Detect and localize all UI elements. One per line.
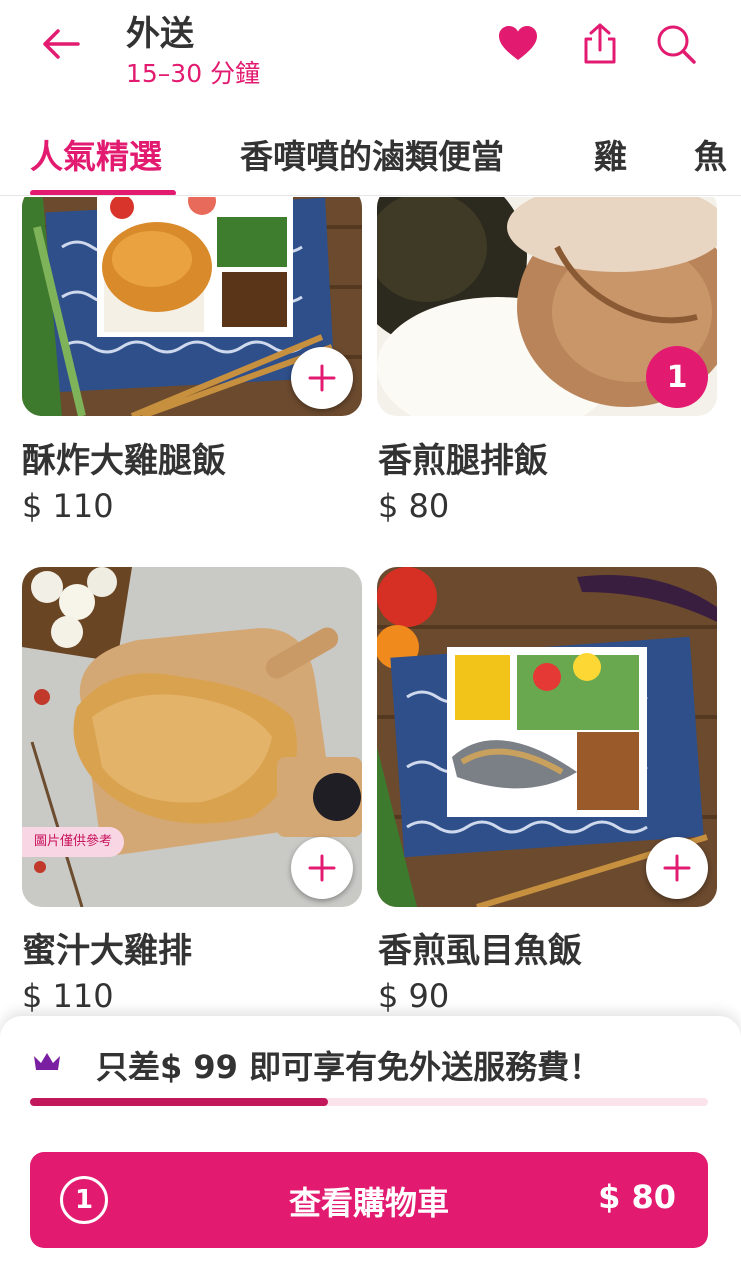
tab-chicken[interactable]: 雞 xyxy=(594,130,627,178)
page-title: 外送 xyxy=(126,14,194,54)
product-name: 香煎虱目魚飯 xyxy=(378,931,582,971)
header: 外送 15–30 分鐘 xyxy=(0,0,741,110)
add-to-cart-button[interactable] xyxy=(646,837,708,899)
product-name: 酥炸大雞腿飯 xyxy=(22,441,226,481)
add-to-cart-button[interactable] xyxy=(291,837,353,899)
share-icon[interactable] xyxy=(578,22,622,66)
product-price: $ 110 xyxy=(22,487,114,525)
category-tabs: 人氣精選 香噴噴的滷類便當 雞 魚 xyxy=(0,110,741,196)
free-delivery-promo: 只差$ 99 即可享有免外送服務費！ xyxy=(96,1048,602,1086)
heart-icon[interactable] xyxy=(496,22,540,66)
product-name: 香煎腿排飯 xyxy=(378,441,548,481)
product-price: $ 90 xyxy=(378,977,450,1015)
view-cart-button[interactable]: 1 查看購物車 $ 80 xyxy=(30,1152,708,1248)
image-reference-tag: 圖片僅供參考 xyxy=(22,827,125,857)
item-quantity-badge[interactable]: 1 xyxy=(646,346,708,408)
product-price: $ 80 xyxy=(378,487,450,525)
tab-braised-bento[interactable]: 香噴噴的滷類便當 xyxy=(240,130,504,178)
plus-icon xyxy=(308,854,336,882)
add-to-cart-button[interactable] xyxy=(291,347,353,409)
back-arrow-icon[interactable] xyxy=(38,24,84,64)
delivery-time: 15–30 分鐘 xyxy=(126,59,261,88)
product-grid: 酥炸大雞腿飯 $ 110 1 香煎腿排飯 $ 80 圖片僅供參考 蜜汁大雞排 $… xyxy=(0,197,741,1027)
tab-fish[interactable]: 魚 xyxy=(694,130,727,178)
cart-bottom-sheet: 只差$ 99 即可享有免外送服務費！ 1 查看購物車 $ 80 xyxy=(0,1016,741,1280)
product-name: 蜜汁大雞排 xyxy=(22,931,192,971)
cart-total: $ 80 xyxy=(598,1178,676,1216)
free-delivery-progress xyxy=(30,1098,708,1106)
crown-icon xyxy=(34,1053,60,1070)
plus-icon xyxy=(308,364,336,392)
tab-popular[interactable]: 人氣精選 xyxy=(30,130,162,178)
active-tab-indicator xyxy=(30,190,176,195)
progress-fill xyxy=(30,1098,329,1106)
search-icon[interactable] xyxy=(654,22,698,66)
product-price: $ 110 xyxy=(22,977,114,1015)
plus-icon xyxy=(663,854,691,882)
